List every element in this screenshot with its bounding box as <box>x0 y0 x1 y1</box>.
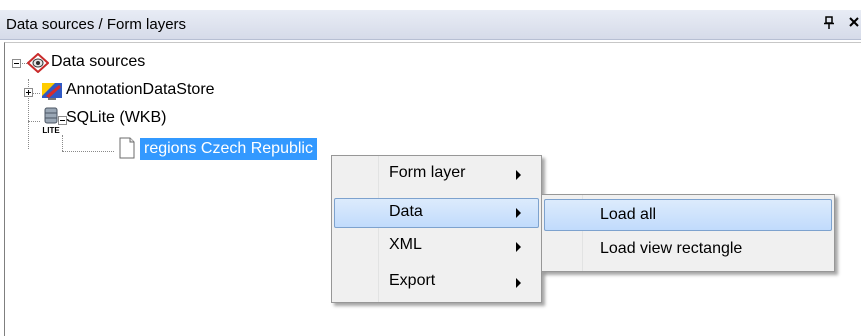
tree-node-sqlite[interactable]: SQLite (WKB) <box>66 109 166 127</box>
menu-item-label: XML <box>389 236 422 253</box>
menu-item-label: Form layer <box>389 164 466 181</box>
menu-item-xml[interactable]: XML <box>334 232 539 262</box>
tree-node-regions-czech-republic[interactable]: regions Czech Republic <box>140 138 317 160</box>
document-icon <box>118 137 136 164</box>
pin-icon[interactable] <box>823 16 835 33</box>
submenu-arrow-icon <box>516 242 521 252</box>
expand-toggle-annotationdatastore[interactable] <box>24 88 33 97</box>
tree-node-data-sources[interactable]: Data sources <box>51 53 145 71</box>
menu-item-data[interactable]: Data <box>334 198 539 228</box>
menu-item-label: Export <box>389 272 436 289</box>
menu-item-label: Data <box>389 203 423 220</box>
panel-title: Data sources / Form layers <box>6 16 187 33</box>
menu-item-label: Load view rectangle <box>600 240 743 257</box>
data-sources-icon <box>26 52 50 78</box>
sqlite-icon: LITE <box>39 107 63 140</box>
menu-item-export[interactable]: Export <box>334 268 539 298</box>
panel-titlebar: Data sources / Form layers <box>0 10 861 40</box>
menu-item-label: Load all <box>600 206 657 223</box>
submenu-arrow-icon <box>516 208 521 218</box>
annotation-datastore-icon <box>41 81 63 106</box>
collapse-toggle-data-sources[interactable] <box>12 59 21 68</box>
menu-item-load-all[interactable]: Load all <box>544 199 832 231</box>
top-cutoff-strip <box>0 0 861 10</box>
close-icon[interactable] <box>848 15 860 32</box>
menu-item-load-view-rectangle[interactable]: Load view rectangle <box>544 236 832 266</box>
data-submenu: Load all Load view rectangle <box>541 194 835 272</box>
svg-text:LITE: LITE <box>42 126 60 135</box>
layer-context-menu: Form layer Data XML Export <box>331 155 542 303</box>
tree-node-annotationdatastore[interactable]: AnnotationDataStore <box>66 81 215 99</box>
submenu-arrow-icon <box>516 278 521 288</box>
menu-item-form-layer[interactable]: Form layer <box>334 160 539 190</box>
submenu-arrow-icon <box>516 170 521 180</box>
tree-connector <box>62 151 114 152</box>
